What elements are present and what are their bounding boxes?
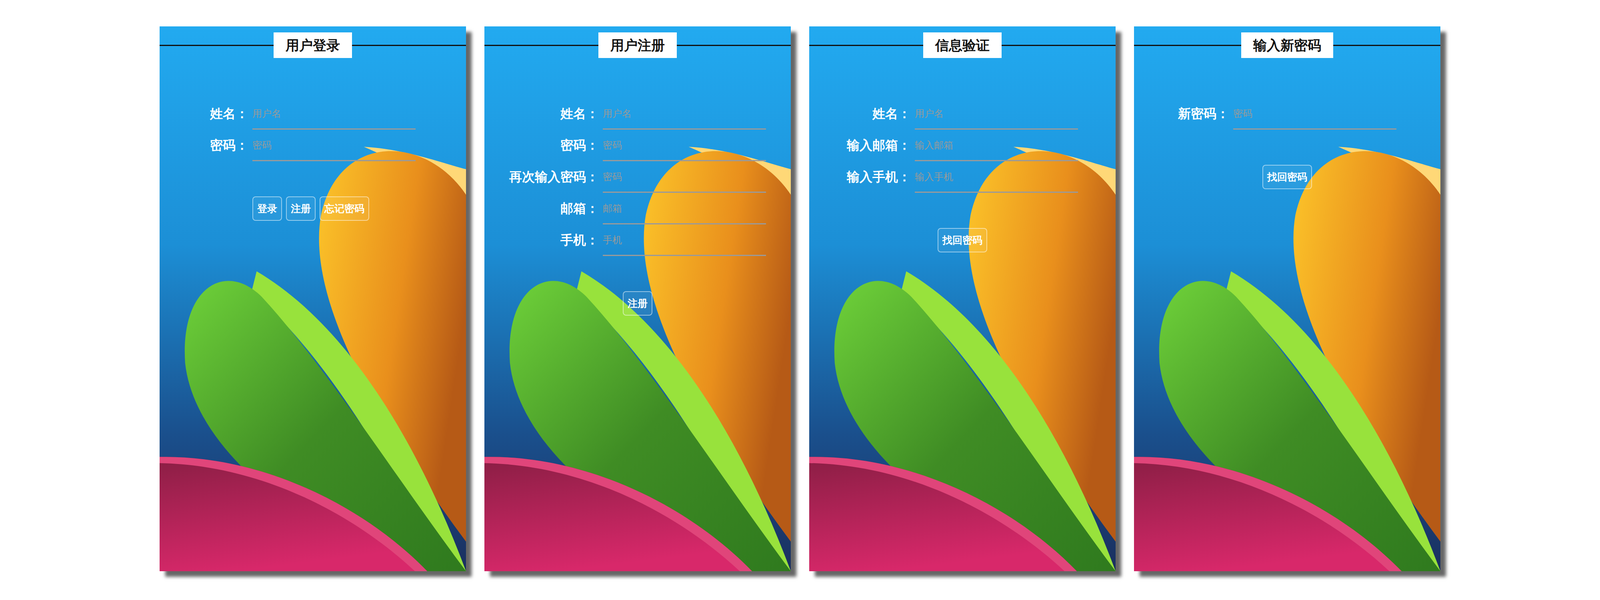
form-panel: 用户登录姓名： 密码： 登录注册忘记密码 (159, 26, 466, 572)
field-label: 密码： (210, 133, 249, 162)
text-field[interactable] (914, 102, 1078, 130)
panel-title: 信息验证 (923, 32, 1002, 58)
form-button[interactable]: 忘记密码 (319, 196, 370, 221)
text-field[interactable] (602, 228, 766, 256)
form-button[interactable]: 找回密码 (937, 228, 988, 253)
form-button[interactable]: 找回密码 (1262, 164, 1312, 190)
button-row: 找回密码 (937, 228, 988, 253)
form: 姓名： 输入邮箱： 输入手机： 找回密码 (846, 102, 1078, 253)
button-row: 注册 (622, 291, 653, 316)
text-field[interactable] (602, 133, 766, 162)
form-button[interactable]: 注册 (622, 291, 653, 316)
text-field[interactable] (1233, 102, 1397, 130)
button-row: 登录注册忘记密码 (252, 196, 370, 221)
form-panel: 信息验证姓名： 输入邮箱： 输入手机： 找回密码 (809, 26, 1116, 572)
field-label: 输入手机： (846, 165, 911, 193)
form: 新密码： 找回密码 (1178, 102, 1397, 190)
title-bar: 用户登录 (159, 32, 466, 58)
field-label: 姓名： (210, 102, 249, 130)
field-label: 手机： (509, 228, 599, 256)
field-label: 输入邮箱： (846, 133, 911, 162)
text-field[interactable] (914, 165, 1078, 193)
text-field[interactable] (252, 102, 416, 130)
panel-title: 用户登录 (273, 32, 352, 58)
panel-title: 用户注册 (598, 32, 677, 58)
panel-title: 输入新密码 (1241, 32, 1334, 58)
text-field[interactable] (252, 133, 416, 162)
field-label: 姓名： (846, 102, 911, 130)
text-field[interactable] (914, 133, 1078, 162)
form-panel: 用户注册姓名： 密码： 再次输入密码： 邮箱： 手机： 注册 (484, 26, 791, 572)
form-button[interactable]: 登录 (252, 196, 282, 221)
title-bar: 用户注册 (484, 32, 791, 58)
form-panel: 输入新密码新密码： 找回密码 (1134, 26, 1441, 572)
field-label: 新密码： (1178, 102, 1230, 130)
page: 用户登录姓名：密码：登录注册忘记密码用户注册姓名：密码：再次输入密码：邮箱：手机… (0, 0, 1600, 600)
form-button[interactable]: 注册 (286, 196, 316, 221)
text-field[interactable] (602, 196, 766, 225)
field-label: 邮箱： (509, 196, 599, 225)
form: 姓名： 密码： 登录注册忘记密码 (210, 102, 416, 221)
title-bar: 信息验证 (809, 32, 1116, 58)
field-label: 再次输入密码： (509, 165, 599, 193)
form: 姓名： 密码： 再次输入密码： 邮箱： 手机： 注册 (509, 102, 766, 316)
field-label: 姓名： (509, 102, 599, 130)
button-row: 找回密码 (1262, 164, 1312, 190)
title-bar: 输入新密码 (1134, 32, 1441, 58)
field-label: 密码： (509, 133, 599, 162)
text-field[interactable] (602, 165, 766, 193)
text-field[interactable] (602, 102, 766, 130)
